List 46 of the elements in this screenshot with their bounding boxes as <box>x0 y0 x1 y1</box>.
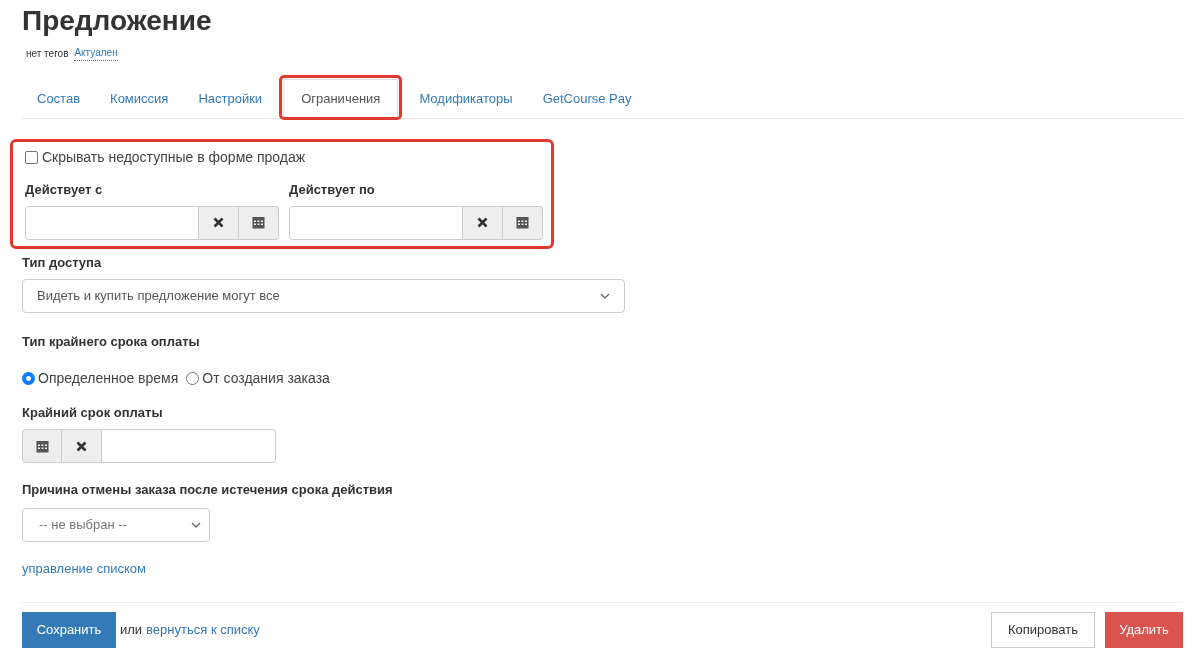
manage-list-link[interactable]: управление списком <box>22 558 146 578</box>
copy-button[interactable]: Копировать <box>991 612 1095 648</box>
status-link[interactable]: Актуален <box>74 45 118 61</box>
calendar-icon <box>516 216 529 229</box>
calendar-button[interactable] <box>239 205 279 240</box>
clear-button[interactable] <box>463 205 503 240</box>
clear-button[interactable] <box>199 205 239 240</box>
tab[interactable]: Состав <box>24 80 94 118</box>
field-label: Тип доступа <box>22 253 102 272</box>
tab[interactable]: GetCourse Pay <box>529 80 645 118</box>
clear-button[interactable] <box>62 429 102 463</box>
page-title: Предложение <box>22 4 212 38</box>
radio-button[interactable] <box>22 371 35 385</box>
checkbox-label: Скрывать недоступные в форме продаж <box>42 148 306 166</box>
field-label: Действует по <box>289 181 375 199</box>
radio-label: Определенное время <box>38 368 179 388</box>
tab[interactable]: Настройки <box>185 80 276 118</box>
calendar-icon <box>252 216 265 229</box>
cancel-reason-select[interactable]: -- не выбран -- <box>22 507 210 542</box>
radio-label: От создания заказа <box>202 368 330 388</box>
tab[interactable]: Модификаторы <box>406 80 526 118</box>
calendar-button[interactable] <box>22 429 62 463</box>
close-icon <box>477 217 488 228</box>
checkbox[interactable] <box>25 150 38 164</box>
calendar-icon <box>35 439 49 453</box>
delete-button[interactable]: Удалить <box>1105 612 1183 648</box>
calendar-button[interactable] <box>503 205 543 240</box>
tags-text: нет тегов <box>26 46 69 61</box>
field-label: Крайний срок оплаты <box>22 403 163 422</box>
date-input[interactable] <box>102 429 276 463</box>
access-type-select[interactable]: Видеть и купить предложение могут все <box>22 279 625 313</box>
chevron-down-icon <box>600 293 610 299</box>
field-label: Причина отмены заказа после истечения срока действия <box>22 481 393 499</box>
field-label: Тип крайнего срока оплаты <box>22 333 200 351</box>
or-text: или <box>120 621 143 640</box>
save-button[interactable]: Сохранить <box>22 612 116 648</box>
close-icon <box>213 217 224 228</box>
close-icon <box>76 440 87 452</box>
date-input[interactable] <box>25 205 199 240</box>
back-to-list-link[interactable]: вернуться к списку <box>146 620 260 640</box>
chevron-down-icon <box>191 521 201 528</box>
radio-button[interactable] <box>186 371 200 385</box>
date-input[interactable] <box>289 205 463 240</box>
tab[interactable]: Комиссия <box>97 80 182 118</box>
field-label: Действует с <box>25 181 103 199</box>
tab[interactable]: Ограничения <box>283 79 399 117</box>
